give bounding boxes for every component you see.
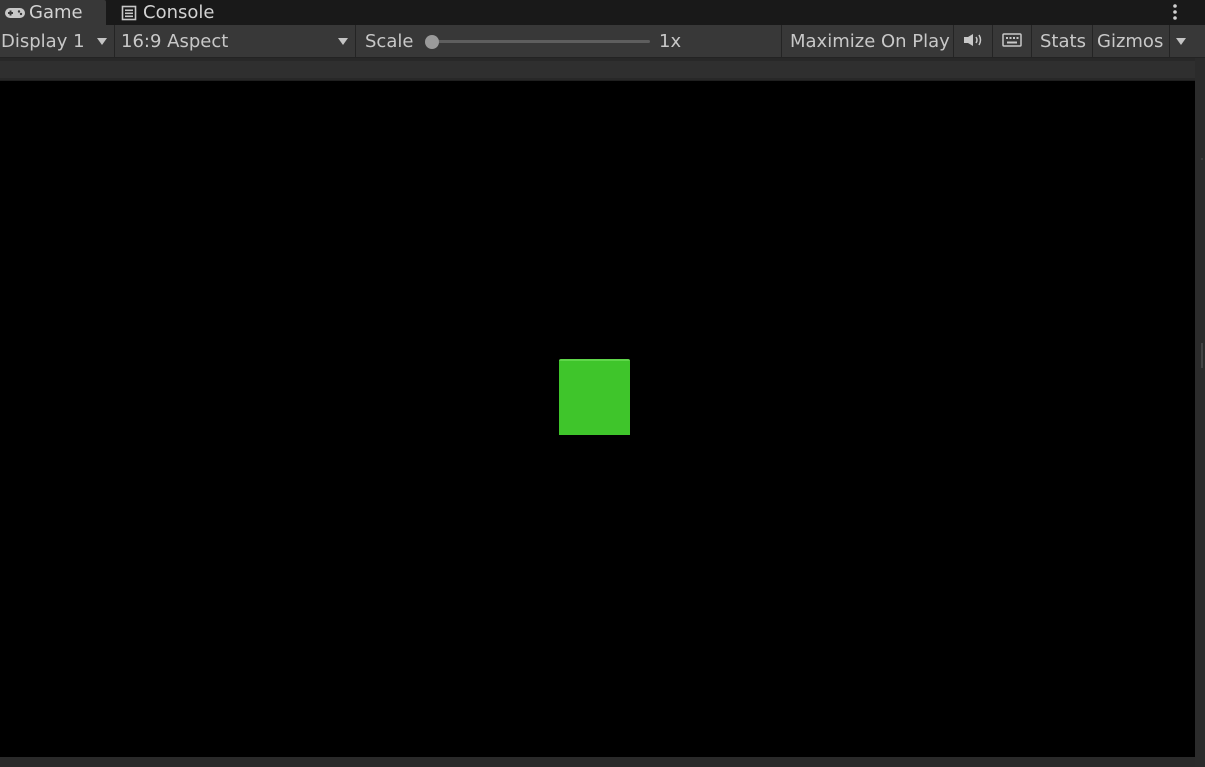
gizmos-toggle[interactable]: Gizmos xyxy=(1097,25,1167,57)
divider xyxy=(1031,25,1032,57)
scrollbar-thumb[interactable] xyxy=(1201,343,1203,368)
gamepad-icon xyxy=(3,3,27,23)
display-chevron-down-icon xyxy=(97,38,107,45)
console-icon xyxy=(117,3,141,23)
more-options-icon[interactable] xyxy=(1165,2,1185,22)
aspect-chevron-down-icon xyxy=(338,38,348,45)
vertical-scrollbar[interactable] xyxy=(1195,58,1205,767)
stats-label: Stats xyxy=(1040,30,1086,52)
divider xyxy=(992,25,993,57)
tab-game-label: Game xyxy=(29,2,83,23)
game-view-window: Game Console Display 1 16:9 Aspect Scale… xyxy=(0,0,1205,767)
viewport-header-fill xyxy=(0,61,1195,78)
mute-audio-toggle[interactable] xyxy=(962,25,984,57)
divider xyxy=(953,25,954,57)
scrollbar-mark xyxy=(1201,158,1203,160)
display-label: Display 1 xyxy=(1,30,85,52)
aspect-label: 16:9 Aspect xyxy=(121,30,229,52)
divider xyxy=(1169,25,1170,57)
keyboard-shortcuts-toggle[interactable] xyxy=(1001,25,1023,57)
divider xyxy=(355,25,356,57)
stats-toggle[interactable]: Stats xyxy=(1040,25,1090,57)
divider xyxy=(1092,25,1093,57)
tab-console-label: Console xyxy=(143,2,215,23)
divider xyxy=(781,25,782,57)
scale-label: Scale xyxy=(365,25,425,57)
display-dropdown[interactable]: Display 1 xyxy=(1,25,111,57)
bottom-bar xyxy=(0,757,1195,767)
maximize-on-play-toggle[interactable]: Maximize On Play xyxy=(790,25,950,57)
scale-value: 1x xyxy=(659,25,689,57)
maximize-label: Maximize On Play xyxy=(790,30,950,52)
keyboard-icon xyxy=(1002,31,1022,52)
divider xyxy=(114,25,115,57)
tab-console[interactable]: Console xyxy=(117,0,227,25)
scale-slider-thumb[interactable] xyxy=(425,35,439,49)
scale-slider-track[interactable] xyxy=(432,40,650,43)
speaker-icon xyxy=(963,31,983,52)
scale-label-text: Scale xyxy=(365,30,414,52)
tab-game[interactable]: Game xyxy=(0,0,106,25)
green-cube xyxy=(559,361,630,435)
tab-strip: Game Console xyxy=(0,0,1205,25)
aspect-dropdown[interactable]: 16:9 Aspect xyxy=(121,25,351,57)
scale-value-text: 1x xyxy=(659,30,682,52)
gizmos-chevron-down-icon[interactable] xyxy=(1176,38,1186,45)
gizmos-label: Gizmos xyxy=(1097,30,1164,52)
viewport-header-strip xyxy=(0,58,1195,81)
